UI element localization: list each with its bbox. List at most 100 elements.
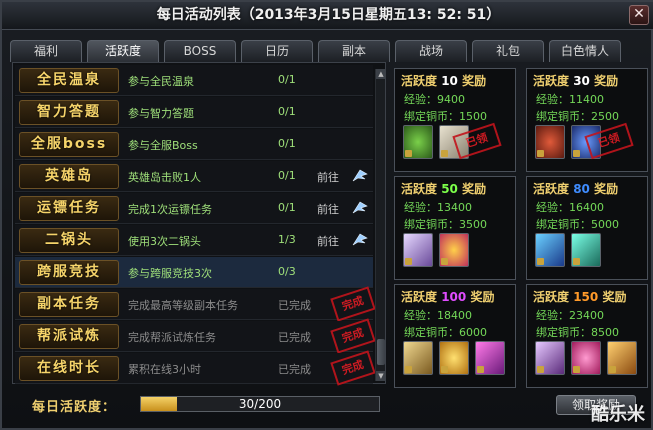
amethyst-icon[interactable] bbox=[535, 341, 565, 375]
window-frame: 每日活动列表（2013年3月15日星期五13: 52: 51） ✕ 福利 活跃度… bbox=[0, 0, 653, 430]
reward-coin: 绑定铜币：1500 bbox=[404, 110, 487, 123]
reward-card: 活跃度 100 奖励 经验：18400 绑定铜币：6000 bbox=[394, 284, 516, 388]
reward-title: 活跃度 80 奖励 bbox=[533, 182, 619, 196]
activity-row[interactable]: 智力答题 参与智力答题 0/1 bbox=[15, 97, 373, 128]
activity-progress: 每日活跃度： 30/200 领取奖励 bbox=[12, 390, 648, 420]
activity-name: 智力答题 bbox=[19, 100, 119, 125]
scroll-thumb[interactable] bbox=[377, 339, 385, 365]
activity-name: 全服boss bbox=[19, 132, 119, 157]
reward-title: 活跃度 30 奖励 bbox=[533, 74, 619, 88]
activity-row[interactable]: 在线时长 累积在线3小时 已完成 完成 bbox=[15, 350, 376, 386]
tab-boss[interactable]: BOSS bbox=[164, 40, 236, 62]
title-bar: 每日活动列表（2013年3月15日星期五13: 52: 51） ✕ bbox=[2, 2, 653, 30]
teleport-wing-icon[interactable] bbox=[352, 168, 368, 183]
activity-desc: 参与全民温泉 bbox=[128, 75, 194, 88]
tab-gift[interactable]: 礼包 bbox=[472, 40, 544, 62]
progress-label: 每日活跃度： bbox=[32, 400, 117, 415]
reward-items: 已领 bbox=[401, 122, 513, 165]
goto-link[interactable]: 前往 bbox=[317, 201, 339, 217]
close-button[interactable]: ✕ bbox=[629, 5, 649, 25]
goto-link[interactable]: 前往 bbox=[317, 233, 339, 249]
teleport-wing-icon[interactable] bbox=[352, 232, 368, 247]
reward-items bbox=[401, 233, 513, 273]
reward-items bbox=[533, 341, 645, 381]
completed-stamp: 完成 bbox=[330, 318, 376, 354]
completed-stamp: 完成 bbox=[330, 286, 376, 322]
blue-card-icon[interactable] bbox=[535, 233, 565, 267]
red-gem-icon[interactable] bbox=[535, 125, 565, 159]
activity-name: 帮派试炼 bbox=[19, 324, 119, 349]
activity-row[interactable]: 运镖任务 完成1次运镖任务 0/1 前往 bbox=[15, 193, 373, 224]
reward-exp: 经验：23400 bbox=[536, 309, 604, 322]
activity-count: 已完成 bbox=[278, 363, 311, 376]
activity-desc: 使用3次二锅头 bbox=[128, 235, 201, 248]
activity-count: 0/1 bbox=[278, 137, 296, 150]
teleport-wing-icon[interactable] bbox=[352, 200, 368, 215]
gold-banner-icon[interactable] bbox=[607, 341, 637, 375]
tab-calendar[interactable]: 日历 bbox=[241, 40, 313, 62]
gold-coin-icon[interactable] bbox=[439, 341, 469, 375]
tab-bar: 福利 活跃度 BOSS 日历 副本 战场 礼包 白色情人 bbox=[10, 40, 650, 63]
activity-name: 全民温泉 bbox=[19, 68, 119, 93]
reward-coin: 绑定铜币：8500 bbox=[536, 326, 619, 339]
purple-banner-icon[interactable] bbox=[475, 341, 505, 375]
activity-list: 全民温泉 参与全民温泉 0/1 智力答题 参与智力答题 0/1 全服boss 参… bbox=[12, 62, 386, 386]
activity-desc: 参与全服Boss bbox=[128, 139, 198, 152]
tab-dungeon[interactable]: 副本 bbox=[318, 40, 390, 62]
jade-crystal-icon[interactable] bbox=[571, 233, 601, 267]
orb-icon[interactable] bbox=[439, 233, 469, 267]
reward-exp: 经验：16400 bbox=[536, 201, 604, 214]
reward-card: 活跃度 30 奖励 经验：11400 绑定铜币：2500 已领 bbox=[526, 68, 648, 172]
activity-row[interactable]: 跨服竞技 参与跨服竞技3次 0/3 bbox=[15, 257, 373, 288]
reward-exp: 经验：11400 bbox=[536, 93, 604, 106]
reward-card: 活跃度 50 奖励 经验：13400 绑定铜币：3500 bbox=[394, 176, 516, 280]
goto-link[interactable]: 前往 bbox=[317, 169, 339, 185]
activity-count: 0/1 bbox=[278, 105, 296, 118]
reward-items bbox=[533, 233, 645, 273]
reward-coin: 绑定铜币：5000 bbox=[536, 218, 619, 231]
activity-row[interactable]: 全民温泉 参与全民温泉 0/1 bbox=[15, 65, 373, 96]
activity-desc: 累积在线3小时 bbox=[128, 363, 201, 376]
activity-desc: 完成帮派试炼任务 bbox=[128, 331, 216, 344]
reward-card: 活跃度 80 奖励 经验：16400 绑定铜币：5000 bbox=[526, 176, 648, 280]
money-bag-icon[interactable] bbox=[403, 125, 433, 159]
reward-items: 已领 bbox=[533, 122, 645, 165]
activity-count: 已完成 bbox=[278, 331, 311, 344]
reward-card: 活跃度 10 奖励 经验：9400 绑定铜币：1500 已领 bbox=[394, 68, 516, 172]
activity-desc: 完成1次运镖任务 bbox=[128, 203, 212, 216]
activity-row[interactable]: 副本任务 完成最高等级副本任务 已完成 完成 bbox=[15, 286, 376, 322]
activity-count: 1/3 bbox=[278, 233, 296, 246]
activity-name: 跨服竞技 bbox=[19, 260, 119, 285]
tab-activity[interactable]: 活跃度 bbox=[87, 40, 159, 63]
tab-white-valentine[interactable]: 白色情人 bbox=[549, 40, 621, 62]
pink-gem-icon[interactable] bbox=[571, 341, 601, 375]
activity-name: 在线时长 bbox=[19, 356, 119, 381]
completed-stamp: 完成 bbox=[330, 350, 376, 386]
reward-title: 活跃度 100 奖励 bbox=[401, 290, 495, 304]
list-scrollbar[interactable]: ▲ ▼ bbox=[375, 69, 386, 381]
activity-desc: 参与跨服竞技3次 bbox=[128, 267, 212, 280]
progress-text: 30/200 bbox=[238, 397, 282, 411]
reward-title: 活跃度 10 奖励 bbox=[401, 74, 487, 88]
scroll-up-icon[interactable]: ▲ bbox=[376, 69, 386, 79]
activity-count: 0/1 bbox=[278, 169, 296, 182]
reward-coin: 绑定铜币：3500 bbox=[404, 218, 487, 231]
tab-welfare[interactable]: 福利 bbox=[10, 40, 82, 62]
activity-desc: 完成最高等级副本任务 bbox=[128, 299, 238, 312]
activity-row[interactable]: 二锅头 使用3次二锅头 1/3 前往 bbox=[15, 225, 373, 256]
activity-name: 运镖任务 bbox=[19, 196, 119, 221]
reward-exp: 经验：13400 bbox=[404, 201, 472, 214]
activity-row[interactable]: 帮派试炼 完成帮派试炼任务 已完成 完成 bbox=[15, 318, 376, 354]
activity-count: 0/1 bbox=[278, 201, 296, 214]
scroll-down-icon[interactable]: ▼ bbox=[376, 371, 386, 381]
watermark-logo: 酷乐米 bbox=[591, 404, 645, 425]
treasure-map-icon[interactable] bbox=[403, 341, 433, 375]
activity-row[interactable]: 全服boss 参与全服Boss 0/1 bbox=[15, 129, 373, 160]
activity-row[interactable]: 英雄岛 英雄岛击败1人 0/1 前往 bbox=[15, 161, 373, 192]
activity-count: 0/3 bbox=[278, 265, 296, 278]
activity-name: 英雄岛 bbox=[19, 164, 119, 189]
crystal-shard-icon[interactable] bbox=[403, 233, 433, 267]
reward-grid: 活跃度 10 奖励 经验：9400 绑定铜币：1500 已领 活跃度 30 奖励… bbox=[394, 68, 648, 388]
tab-battlefield[interactable]: 战场 bbox=[395, 40, 467, 62]
activity-desc: 参与智力答题 bbox=[128, 107, 194, 120]
